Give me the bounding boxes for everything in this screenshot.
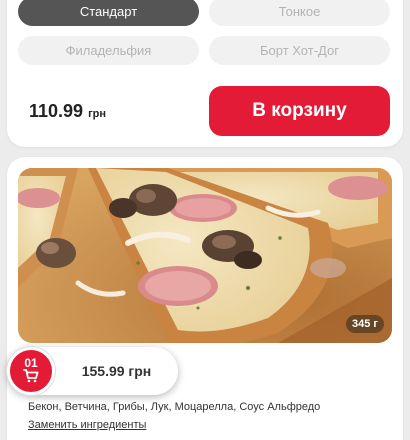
- product-card: 345 г: [7, 157, 403, 440]
- cart-badge[interactable]: 01: [7, 347, 55, 395]
- ingredients-text: Бекон, Ветчина, Грибы, Лук, Моцарелла, С…: [28, 401, 321, 413]
- product-card-top: Стандарт Тонкое Филадельфия Борт Хот-Дог…: [7, 0, 403, 147]
- weight-badge: 345 г: [346, 315, 384, 333]
- product-price: 110.99 грн: [29, 101, 106, 122]
- variant-standard-pill[interactable]: Стандарт: [18, 0, 199, 26]
- variant-thin-pill[interactable]: Тонкое: [209, 0, 390, 26]
- floating-cart[interactable]: 01 155.99 грн: [7, 347, 178, 395]
- cart-count: 01: [24, 356, 38, 370]
- price-currency: грн: [88, 108, 107, 120]
- add-to-cart-button[interactable]: В корзину: [209, 86, 390, 136]
- change-ingredients-link[interactable]: Заменить ингредиенты: [28, 419, 146, 431]
- cart-total: 155.99 грн: [81, 363, 152, 379]
- pizza-illustration: [18, 168, 392, 343]
- variant-hotdog-crust-pill[interactable]: Борт Хот-Дог: [209, 36, 390, 65]
- variant-philadelphia-pill[interactable]: Филадельфия: [18, 36, 199, 65]
- pizza-image[interactable]: 345 г: [18, 168, 392, 343]
- cart-icon: [23, 369, 39, 383]
- price-value: 110.99: [29, 101, 84, 121]
